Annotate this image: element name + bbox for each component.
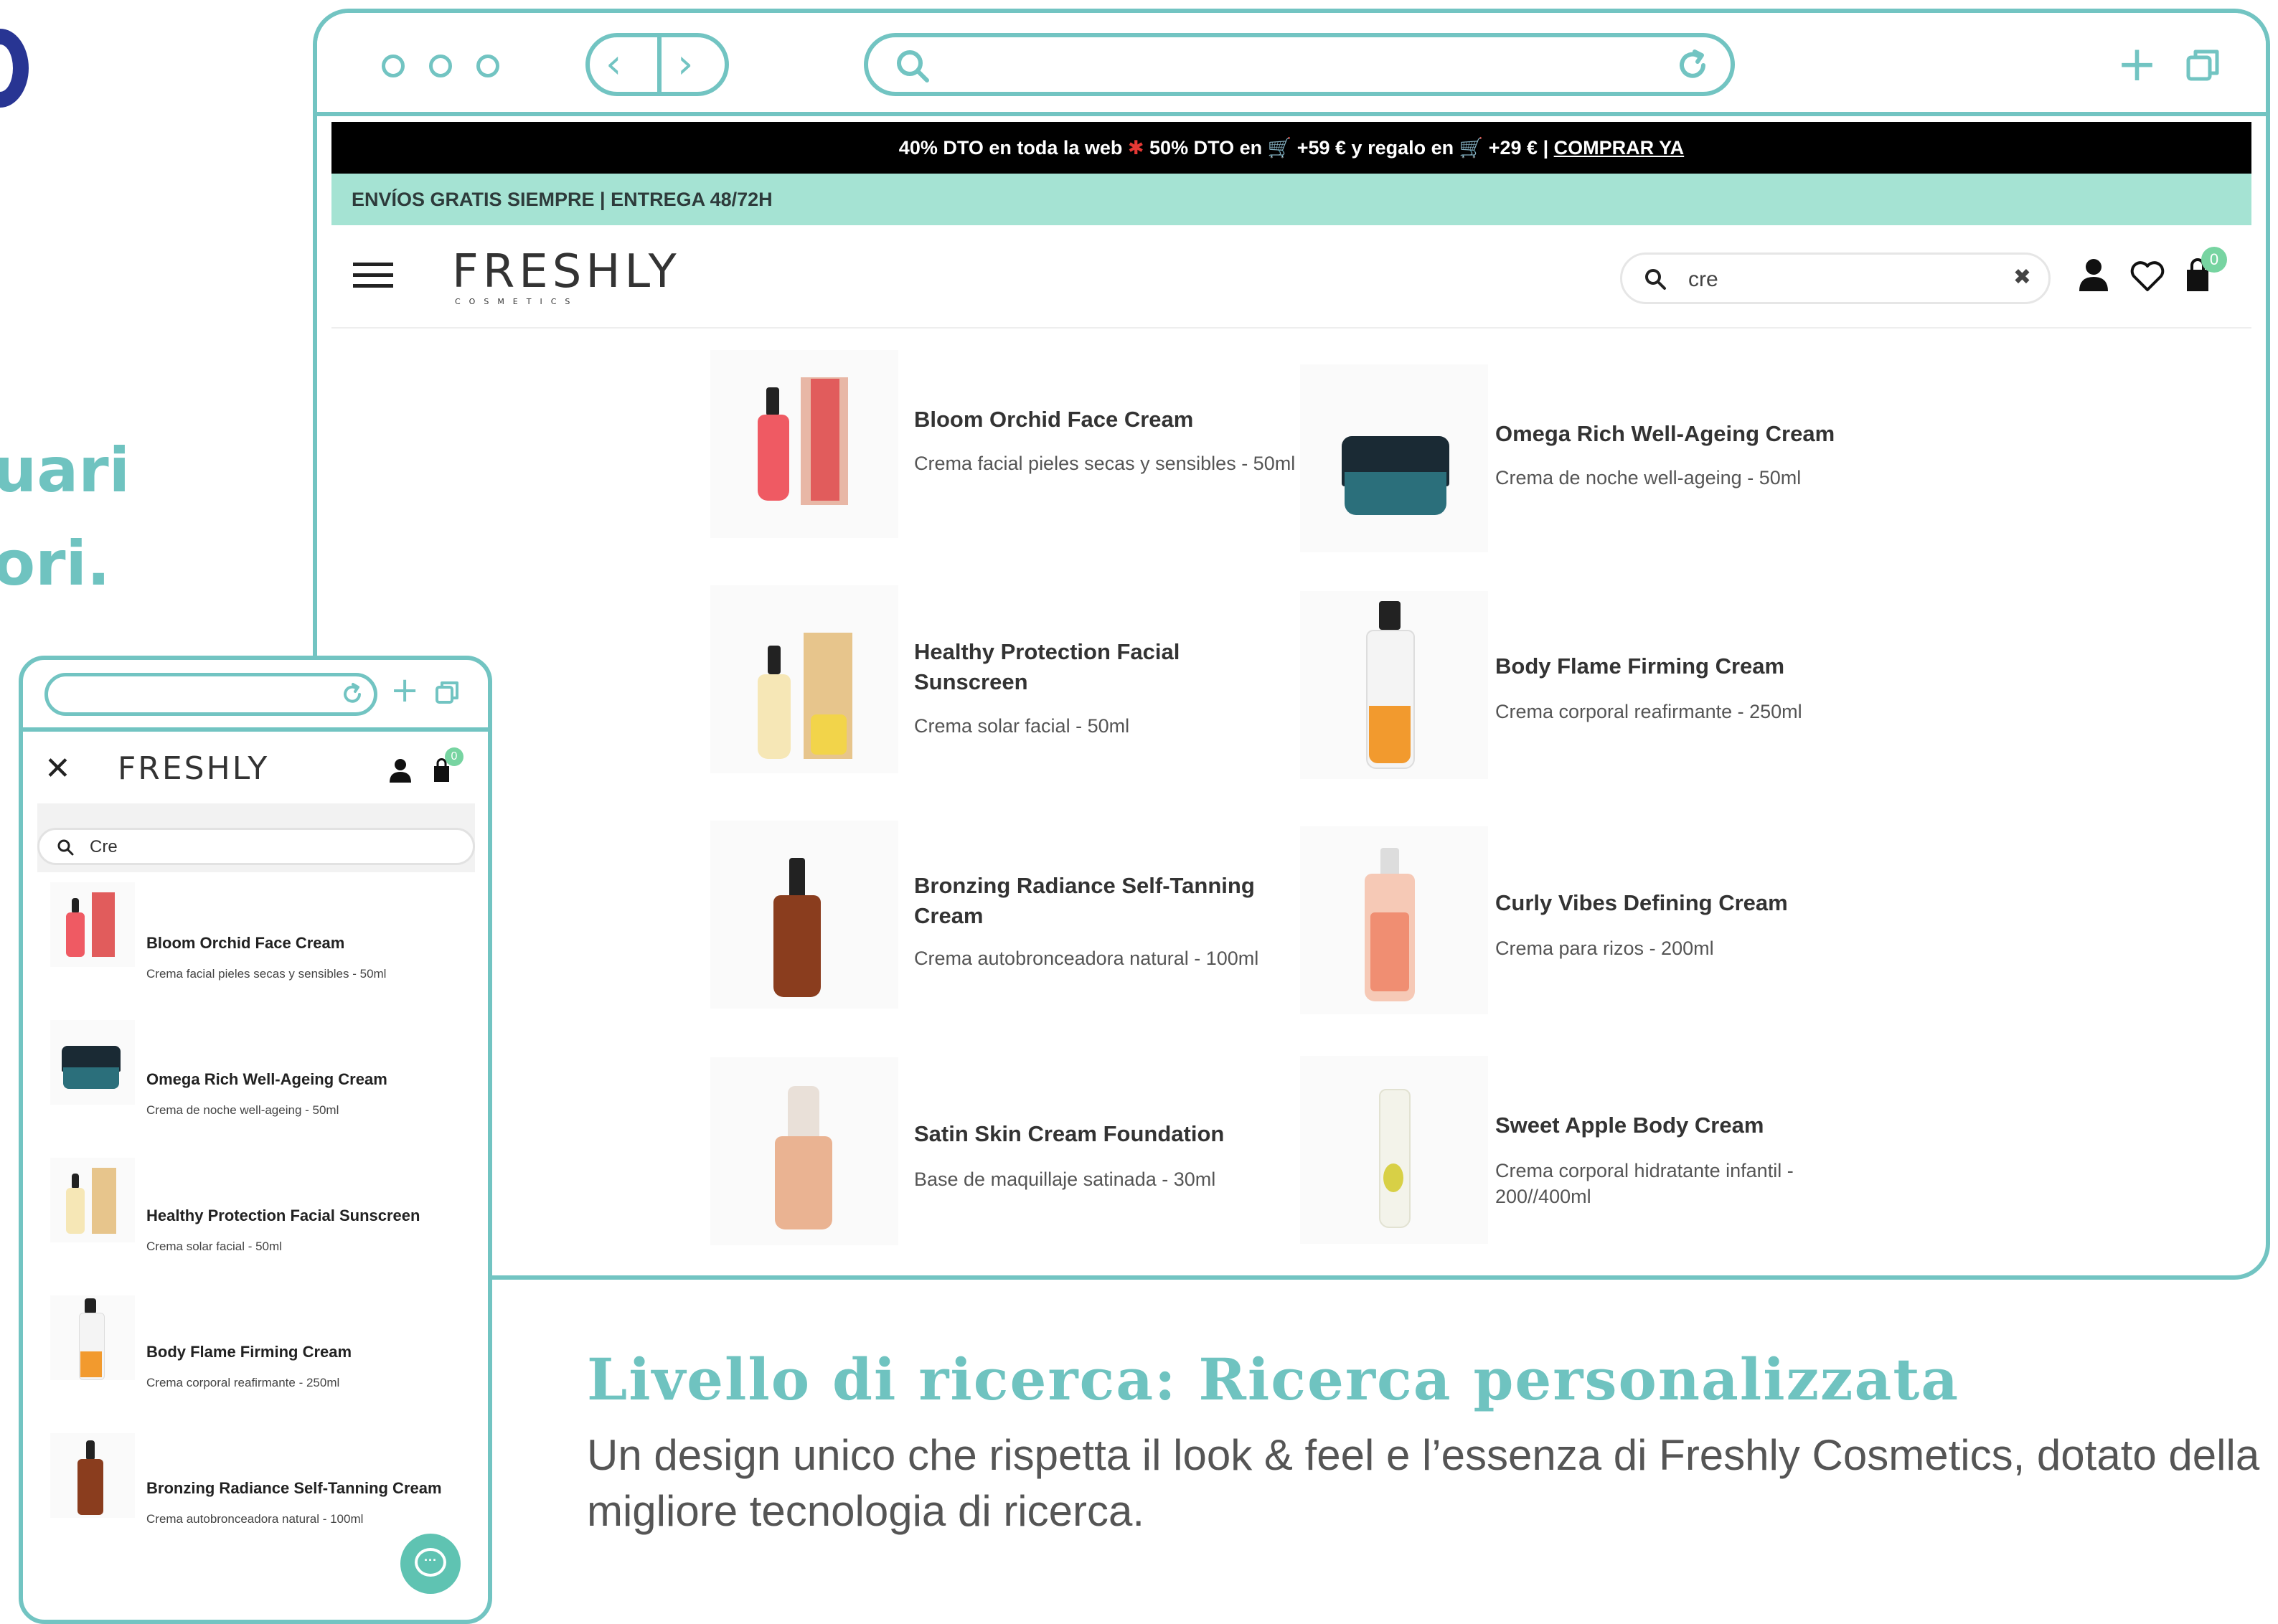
- product-name[interactable]: Omega Rich Well-Ageing Cream: [146, 1070, 387, 1089]
- user-icon[interactable]: [2078, 257, 2109, 293]
- mobile-address-bar[interactable]: [44, 673, 377, 716]
- search-icon: [57, 839, 74, 856]
- clear-icon[interactable]: ✖: [2013, 265, 2031, 290]
- product-name[interactable]: Healthy Protection Facial Sunscreen: [146, 1207, 420, 1225]
- product-name[interactable]: Healthy Protection Facial Sunscreen: [914, 637, 1273, 697]
- user-icon[interactable]: [389, 757, 412, 783]
- product-name[interactable]: Bloom Orchid Face Cream: [146, 934, 344, 953]
- cart-count-badge: 0: [2201, 247, 2227, 273]
- product-name[interactable]: Bronzing Radiance Self-Tanning Cream: [914, 871, 1316, 931]
- mobile-site-logo[interactable]: FRESHLY: [118, 750, 269, 787]
- mobile-site-header: ✕ FRESHLY 0: [23, 732, 488, 803]
- promo-text-1: 40% DTO en toda la web: [898, 137, 1123, 159]
- slide-text-fragment-2: ori.: [0, 528, 110, 600]
- reload-icon[interactable]: [1675, 47, 1710, 83]
- product-image[interactable]: [50, 1433, 135, 1518]
- product-image[interactable]: [710, 585, 898, 773]
- cart-mini-icon: 🛒: [1267, 137, 1297, 159]
- promo-banner: 40% DTO en toda la web ✱ 50% DTO en 🛒 +5…: [331, 122, 2251, 174]
- new-tab-icon[interactable]: +: [2117, 36, 2157, 93]
- product-image[interactable]: [50, 882, 135, 967]
- forward-icon[interactable]: ›: [677, 42, 693, 88]
- cart-count-badge: 0: [445, 747, 463, 766]
- product-name[interactable]: Curly Vibes Defining Cream: [1495, 888, 1926, 918]
- caption-body: Un design unico che rispetta il look & f…: [587, 1431, 2260, 1535]
- product-desc: Crema de noche well-ageing - 50ml: [1495, 467, 1802, 488]
- heart-icon[interactable]: [2129, 260, 2165, 293]
- address-bar[interactable]: [864, 33, 1735, 96]
- reload-icon[interactable]: [339, 682, 364, 707]
- site-search-input[interactable]: cre ✖: [1620, 252, 2051, 304]
- product-image[interactable]: [710, 821, 898, 1009]
- product-desc: Crema corporal reafirmante - 250ml: [1495, 701, 1802, 722]
- product-image[interactable]: [710, 350, 898, 538]
- product-desc: Crema para rizos - 200ml: [1495, 938, 1714, 959]
- product-desc: Crema facial pieles secas y sensibles - …: [914, 453, 1296, 474]
- product-desc: Crema corporal reafirmante - 250ml: [146, 1376, 340, 1389]
- product-image[interactable]: [50, 1158, 135, 1242]
- product-desc: Crema facial pieles secas y sensibles - …: [146, 967, 387, 981]
- product-name[interactable]: Body Flame Firming Cream: [1495, 651, 1926, 681]
- new-tab-icon[interactable]: +: [390, 670, 419, 710]
- caption-title: Livello di ricerca: Ricerca personalizza…: [587, 1346, 1960, 1413]
- window-dot-1[interactable]: [382, 55, 405, 77]
- windows-icon[interactable]: [435, 680, 461, 706]
- product-desc: Crema autobronceadora natural - 100ml: [146, 1512, 364, 1526]
- desktop-browser-window: ‹ › + 40% DTO en toda la web ✱ 50% DTO e…: [313, 9, 2270, 1280]
- chat-icon: ···: [415, 1548, 446, 1577]
- hamburger-icon[interactable]: [353, 263, 393, 288]
- windows-icon[interactable]: [2185, 47, 2221, 83]
- shipping-bar: ENVÍOS GRATIS SIEMPRE | ENTREGA 48/72H: [331, 174, 2251, 225]
- product-name[interactable]: Omega Rich Well-Ageing Cream: [1495, 419, 1940, 449]
- product-image[interactable]: [50, 1020, 135, 1105]
- browser-toolbar: ‹ › +: [317, 13, 2266, 116]
- mobile-search-input[interactable]: Cre: [37, 828, 475, 865]
- slide-text-fragment-1: uari: [0, 435, 131, 506]
- mobile-browser-toolbar: +: [23, 660, 488, 732]
- product-desc: Crema de noche well-ageing - 50ml: [146, 1103, 339, 1117]
- search-query: Cre: [90, 837, 118, 856]
- sparkle-icon: ✱: [1127, 137, 1150, 159]
- product-desc: Base de maquillaje satinada - 30ml: [914, 1169, 1216, 1190]
- product-name[interactable]: Bloom Orchid Face Cream: [914, 405, 1287, 435]
- product-desc: Crema solar facial - 50ml: [146, 1240, 282, 1253]
- mobile-browser-window: + ✕ FRESHLY 0 Cre Bloom Orchid Face Crea…: [19, 656, 492, 1624]
- product-name[interactable]: Sweet Apple Body Cream: [1495, 1110, 1926, 1141]
- product-desc: Crema corporal hidratante infantil - 200…: [1495, 1160, 1794, 1207]
- search-query: cre: [1688, 268, 1718, 291]
- search-icon: [1645, 269, 1666, 290]
- promo-text-4: +29 € |: [1488, 137, 1549, 159]
- product-name[interactable]: Satin Skin Cream Foundation: [914, 1119, 1302, 1149]
- product-image[interactable]: [1300, 591, 1488, 779]
- buy-now-link[interactable]: COMPRAR YA: [1554, 137, 1685, 159]
- cart-mini-icon: 🛒: [1459, 137, 1489, 159]
- window-dot-2[interactable]: [429, 55, 452, 77]
- product-name[interactable]: Body Flame Firming Cream: [146, 1343, 352, 1361]
- back-icon[interactable]: ‹: [606, 42, 621, 88]
- promo-text-2: 50% DTO en: [1149, 137, 1263, 159]
- product-image[interactable]: [1300, 826, 1488, 1014]
- promo-text-3: +59 € y regalo en: [1296, 137, 1454, 159]
- site-header: FRESHLY COSMETICS cre ✖ 0: [331, 225, 2251, 329]
- slide-decor-letter: [0, 29, 29, 108]
- site-logo-sub: COSMETICS: [455, 297, 579, 306]
- close-icon[interactable]: ✕: [44, 750, 71, 787]
- product-desc: Crema autobronceadora natural - 100ml: [914, 948, 1259, 969]
- product-image[interactable]: [1300, 1056, 1488, 1244]
- product-image[interactable]: [50, 1295, 135, 1380]
- search-icon: [897, 50, 929, 82]
- chat-button[interactable]: ···: [400, 1534, 461, 1594]
- nav-buttons: ‹ ›: [585, 33, 729, 96]
- product-desc: Crema solar facial - 50ml: [914, 715, 1130, 737]
- window-dot-3[interactable]: [476, 55, 499, 77]
- product-name[interactable]: Bronzing Radiance Self-Tanning Cream: [146, 1479, 442, 1498]
- product-image[interactable]: [710, 1057, 898, 1245]
- product-image[interactable]: [1300, 364, 1488, 552]
- site-logo[interactable]: FRESHLY: [452, 245, 681, 298]
